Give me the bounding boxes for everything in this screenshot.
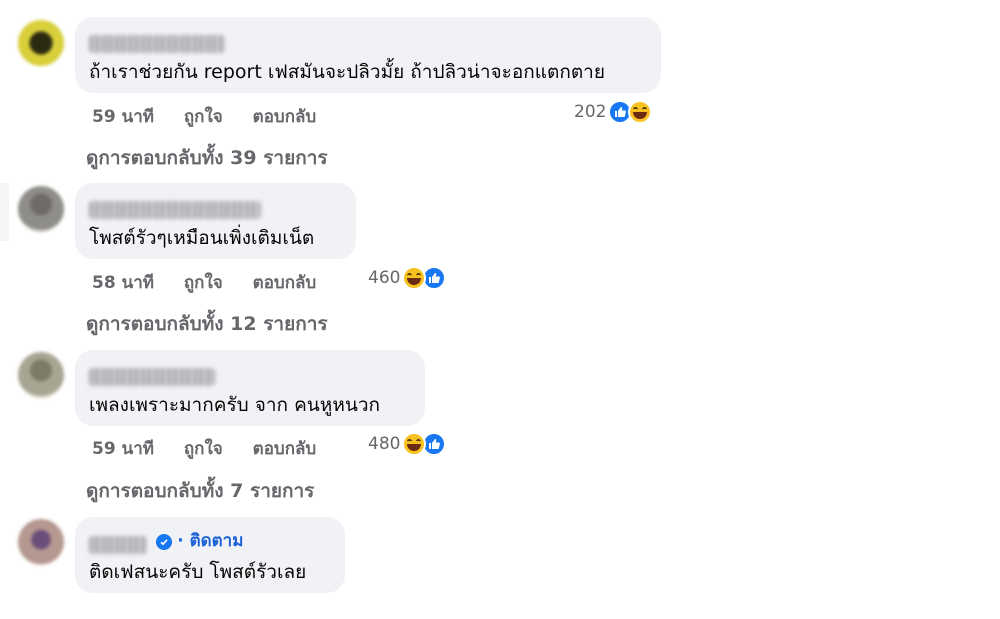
comment-text: ถ้าเราช่วยกัน report เฟสมันจะปลิวมั้ย ถ้…: [89, 61, 605, 83]
view-replies-link[interactable]: ดูการตอบกลับทั้ง 7 รายการ: [86, 476, 314, 506]
comment-bubble: เพลงเพราะมากครับ จาก คนหูหนวก: [75, 350, 425, 426]
haha-icon: [402, 266, 427, 290]
reply-button[interactable]: ตอบกลับ: [253, 439, 317, 459]
avatar[interactable]: [18, 352, 64, 398]
author-name[interactable]: [89, 535, 147, 554]
reaction-count: 202: [574, 102, 607, 122]
avatar[interactable]: [18, 186, 64, 232]
haha-icon: [402, 432, 427, 456]
left-edge-divider: [0, 183, 9, 241]
follow-button[interactable]: · ติดตาม: [177, 531, 243, 551]
comment-bubble: ถ้าเราช่วยกัน report เฟสมันจะปลิวมั้ย ถ้…: [75, 17, 661, 93]
avatar[interactable]: [18, 519, 64, 565]
like-icon: [422, 266, 447, 290]
comment-actions: 59 นาที ถูกใจ ตอบกลับ: [92, 103, 340, 130]
view-replies-link[interactable]: ดูการตอบกลับทั้ง 39 รายการ: [86, 143, 328, 173]
comment-actions: 58 นาที ถูกใจ ตอบกลับ: [92, 269, 340, 296]
comment-timestamp[interactable]: 59 นาที: [92, 439, 154, 459]
author-name[interactable]: [89, 35, 225, 53]
comment-timestamp[interactable]: 58 นาที: [92, 273, 154, 293]
like-button[interactable]: ถูกใจ: [184, 273, 223, 293]
reply-button[interactable]: ตอบกลับ: [253, 107, 317, 127]
verified-badge-icon: [156, 533, 173, 550]
like-button[interactable]: ถูกใจ: [184, 439, 223, 459]
comment-text: ติดเฟสนะครับ โพสต์รัวเลย: [89, 561, 307, 583]
author-name[interactable]: [89, 368, 215, 386]
like-button[interactable]: ถูกใจ: [184, 107, 223, 127]
reaction-summary[interactable]: 202: [574, 100, 653, 124]
like-icon: [422, 432, 447, 456]
comment-text: เพลงเพราะมากครับ จาก คนหูหนวก: [89, 394, 381, 416]
reaction-count: 480: [368, 434, 401, 454]
haha-icon: [628, 100, 653, 124]
avatar[interactable]: [18, 20, 64, 66]
comment-actions: 59 นาที ถูกใจ ตอบกลับ: [92, 435, 340, 462]
reply-button[interactable]: ตอบกลับ: [253, 273, 317, 293]
comment-text: โพสต์รัวๆเหมือนเพิ่งเติมเน็ต: [89, 227, 315, 249]
comment-timestamp[interactable]: 59 นาที: [92, 107, 154, 127]
comment-bubble: โพสต์รัวๆเหมือนเพิ่งเติมเน็ต: [75, 183, 356, 259]
reaction-count: 460: [368, 268, 401, 288]
view-replies-link[interactable]: ดูการตอบกลับทั้ง 12 รายการ: [86, 309, 328, 339]
comment-bubble: · ติดตาม ติดเฟสนะครับ โพสต์รัวเลย: [75, 517, 345, 593]
reaction-summary[interactable]: 480: [368, 432, 447, 456]
author-name[interactable]: [89, 201, 261, 219]
reaction-summary[interactable]: 460: [368, 266, 447, 290]
